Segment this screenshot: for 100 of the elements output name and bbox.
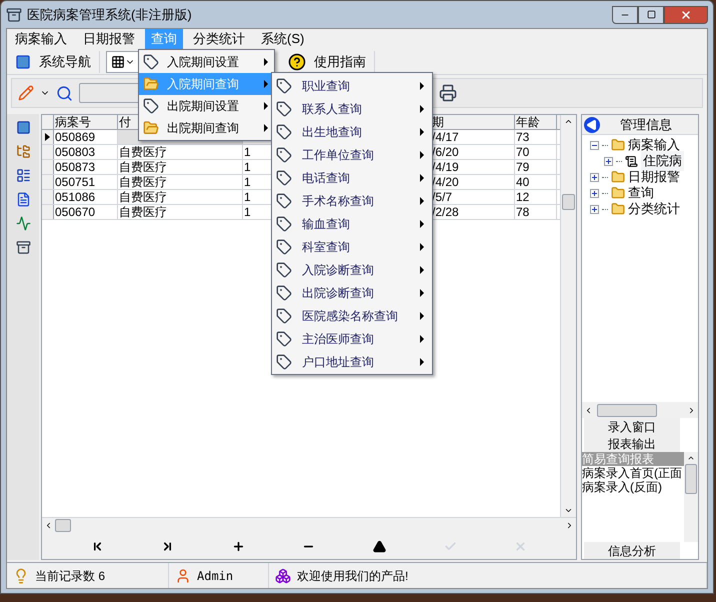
- vertical-scrollbar[interactable]: [684, 452, 698, 542]
- submenu-arrow-icon: [420, 174, 424, 182]
- table-cell: 050803: [54, 145, 118, 159]
- tag-icon: [276, 124, 292, 140]
- menu-item[interactable]: 入院诊断查询: [272, 258, 432, 281]
- submenu-arrow-icon: [264, 58, 268, 66]
- submenu-arrow-icon: [420, 334, 424, 342]
- document-icon[interactable]: [16, 192, 30, 207]
- submenu-arrow-icon: [420, 220, 424, 228]
- scroll-up-icon[interactable]: [687, 454, 695, 462]
- horizontal-scrollbar[interactable]: [42, 517, 576, 533]
- table-cell: 050873: [54, 160, 118, 174]
- section-header[interactable]: 报表输出: [584, 435, 680, 452]
- table-cell: 12: [515, 190, 557, 204]
- collapse-icon[interactable]: [590, 140, 599, 150]
- table-cell: 051086: [54, 190, 118, 204]
- triangle-icon[interactable]: [372, 539, 387, 553]
- list-item[interactable]: 病案录入(反面): [582, 480, 684, 494]
- status-text: Admin: [197, 568, 234, 584]
- scroll-left-icon[interactable]: [584, 406, 593, 414]
- list-item[interactable]: 病案录入首页(正面: [582, 466, 684, 480]
- list-icon[interactable]: [16, 168, 30, 183]
- toolbar-button[interactable]: 系统导航: [11, 50, 100, 72]
- table-cell: 73: [515, 130, 557, 144]
- submenu-arrow-icon: [420, 312, 424, 320]
- menu-item[interactable]: 出院诊断查询: [272, 281, 432, 304]
- expand-icon[interactable]: [590, 204, 599, 214]
- menu-item[interactable]: 主治医师查询: [272, 327, 432, 350]
- expand-icon[interactable]: [590, 172, 599, 182]
- scroll-thumb[interactable]: [55, 519, 71, 532]
- panel-title: 管理信息: [620, 116, 672, 134]
- menu-item[interactable]: 出院期间查询: [139, 117, 274, 139]
- expand-icon[interactable]: [604, 156, 613, 166]
- grid-icon: [111, 54, 125, 68]
- folder-tree-icon[interactable]: [16, 144, 30, 159]
- menu-item[interactable]: 病案输入: [9, 29, 73, 49]
- tag-icon: [276, 354, 292, 370]
- plus-icon[interactable]: [231, 539, 246, 553]
- tag-icon: [276, 78, 292, 94]
- menu-item[interactable]: 职业查询: [272, 74, 432, 97]
- window-icon[interactable]: [16, 120, 30, 135]
- menu-item[interactable]: 入院期间设置: [139, 51, 274, 73]
- printer-icon[interactable]: [439, 84, 457, 102]
- tag-icon: [276, 146, 292, 162]
- search-icon[interactable]: [56, 84, 73, 102]
- scroll-thumb[interactable]: [562, 194, 575, 210]
- tag-icon: [276, 330, 292, 346]
- menu-item[interactable]: 科室查询: [272, 235, 432, 258]
- tag-icon: [276, 284, 292, 300]
- folder-icon: [143, 120, 159, 136]
- pencil-icon[interactable]: [18, 85, 34, 101]
- scroll-icon: [625, 154, 638, 168]
- column-header[interactable]: 病案号: [54, 115, 118, 129]
- close-icon: [680, 8, 692, 20]
- app-icon: [6, 6, 22, 22]
- menu-item[interactable]: 出生地查询: [272, 120, 432, 143]
- scroll-thumb[interactable]: [597, 404, 657, 416]
- chart-icon[interactable]: [16, 216, 30, 231]
- menu-item[interactable]: 医院感染名称查询: [272, 304, 432, 327]
- menu-item[interactable]: 日期报警: [77, 29, 141, 49]
- close-button[interactable]: [664, 6, 708, 24]
- archive-icon[interactable]: [16, 240, 30, 255]
- vertical-scrollbar[interactable]: [560, 115, 576, 517]
- submenu-arrow-icon: [420, 288, 424, 296]
- menu-item[interactable]: 联系人查询: [272, 97, 432, 120]
- submenu-arrow-icon: [420, 242, 424, 250]
- status-text: 欢迎使用我们的产品!: [297, 568, 408, 584]
- scroll-left-icon[interactable]: [44, 521, 53, 530]
- menu-item[interactable]: 户口地址查询: [272, 350, 432, 373]
- horizontal-scrollbar[interactable]: [582, 402, 698, 418]
- tree-item[interactable]: 住院病: [641, 151, 684, 171]
- submenu-arrow-icon: [420, 82, 424, 90]
- minimize-button[interactable]: [612, 6, 638, 24]
- scroll-right-icon[interactable]: [687, 406, 696, 414]
- submenu-arrow-icon: [420, 150, 424, 158]
- menu-item[interactable]: 分类统计: [187, 29, 251, 49]
- expand-icon[interactable]: [590, 188, 599, 198]
- submenu-arrow-icon: [420, 104, 424, 112]
- menu-item[interactable]: 系统(S): [255, 29, 310, 49]
- section-header[interactable]: 录入窗口: [584, 418, 680, 435]
- tag-icon: [276, 100, 292, 116]
- tag-icon: [276, 308, 292, 324]
- scroll-up-icon[interactable]: [564, 117, 573, 126]
- tag-icon: [143, 98, 159, 114]
- maximize-button[interactable]: [638, 6, 664, 24]
- scroll-down-icon[interactable]: [564, 506, 573, 515]
- scroll-thumb[interactable]: [685, 464, 697, 494]
- submenu-arrow-icon: [420, 266, 424, 274]
- table-cell: 自费医疗: [118, 160, 243, 174]
- table-cell: 79: [515, 160, 557, 174]
- section-header[interactable]: 信息分析: [584, 542, 680, 559]
- submenu-arrow-icon: [420, 196, 424, 204]
- folder-icon: [611, 202, 625, 216]
- folder-icon: [143, 76, 159, 92]
- column-header[interactable]: 年龄: [515, 115, 557, 129]
- table-cell: 自费医疗: [118, 205, 243, 219]
- window-icon: [15, 54, 31, 70]
- scroll-right-icon[interactable]: [565, 521, 574, 530]
- folder-icon: [611, 186, 625, 200]
- back-icon[interactable]: [584, 116, 600, 132]
